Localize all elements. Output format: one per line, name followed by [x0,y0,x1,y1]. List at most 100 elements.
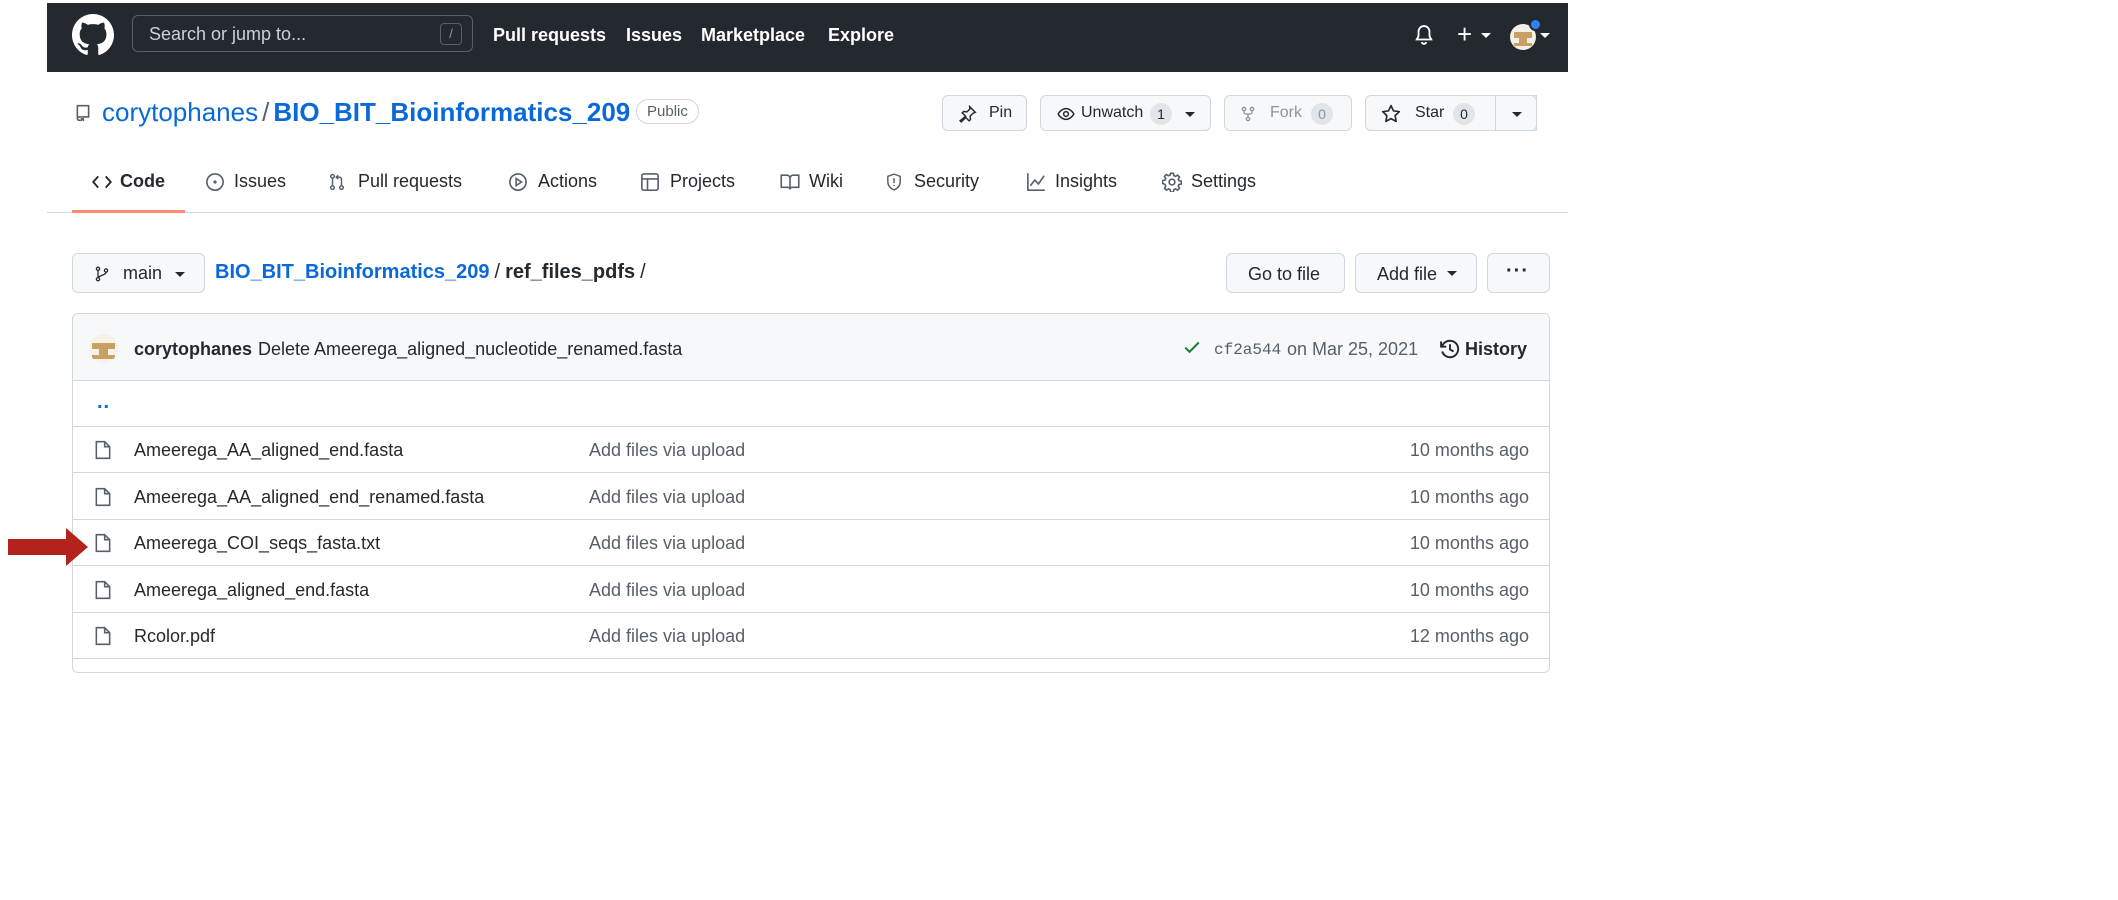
visibility-badge: Public [636,99,699,124]
eye-icon [1057,107,1075,121]
file-name-link[interactable]: Rcolor.pdf [134,626,215,647]
tab-label: Wiki [809,171,843,191]
check-icon[interactable] [1183,338,1201,356]
file-name-link[interactable]: Ameerega_AA_aligned_end.fasta [134,440,403,461]
parent-directory-link[interactable]: .. [97,391,110,414]
repo-title: corytophanes / BIO_BIT_Bioinformatics_209 [102,97,630,128]
file-age: 10 months ago [1409,580,1529,600]
breadcrumb-repo-link[interactable]: BIO_BIT_Bioinformatics_209 [215,261,490,283]
arrow-icon [8,528,88,566]
nav-issues[interactable]: Issues [626,25,682,46]
file-list: corytophanes Delete Ameerega_aligned_nuc… [72,313,1550,673]
breadcrumb-separator: / [494,261,501,283]
file-commit-message[interactable]: Add files via upload [589,626,745,647]
nav-pull-requests[interactable]: Pull requests [493,25,606,46]
tab-label: Code [120,171,165,191]
go-to-file-label: Go to file [1248,264,1321,284]
latest-commit-bar: corytophanes Delete Ameerega_aligned_nuc… [73,314,1549,381]
parent-directory-row[interactable]: .. [73,381,1549,427]
pull-request-icon [329,173,345,191]
table-row[interactable]: Ameerega_AA_aligned_end.fasta Add files … [73,427,1549,473]
chevron-down-icon [1481,33,1491,38]
breadcrumb-separator: / [640,261,646,283]
tab-label: Pull requests [358,171,463,191]
notification-dot [1529,18,1542,31]
add-file-label: Add file [1377,264,1438,284]
github-logo-icon[interactable] [72,14,114,56]
file-name-link[interactable]: Ameerega_aligned_end.fasta [134,580,369,601]
unwatch-label: Unwatch [1081,104,1144,121]
pin-button[interactable]: Pin [942,95,1027,131]
file-age: 10 months ago [1409,440,1529,460]
tab-code[interactable]: Code [72,167,185,213]
chevron-down-icon [1540,33,1550,38]
nav-marketplace[interactable]: Marketplace [701,25,805,46]
unwatch-button[interactable]: Unwatch 1 [1040,95,1211,131]
repo-icon [76,104,90,122]
watch-count: 1 [1150,103,1172,125]
file-age: 10 months ago [1409,533,1529,553]
repo-title-separator: / [262,97,270,127]
file-age: 12 months ago [1409,626,1529,646]
search-input[interactable]: Search or jump to... / [132,15,473,52]
file-name-link[interactable]: Ameerega_AA_aligned_end_renamed.fasta [134,487,484,508]
kebab-icon: ··· [1506,260,1529,282]
pin-icon [959,105,977,123]
star-count: 0 [1453,103,1475,125]
file-commit-message[interactable]: Add files via upload [589,487,745,508]
branch-selector[interactable]: main [72,253,205,293]
table-icon [641,173,659,191]
fork-count: 0 [1311,103,1333,125]
tab-label: Settings [1191,171,1257,191]
tab-label: Insights [1055,171,1118,191]
commit-author-link[interactable]: corytophanes [134,339,252,360]
tab-label: Security [914,171,980,191]
go-to-file-button[interactable]: Go to file [1226,253,1345,293]
shield-icon [887,173,901,191]
chevron-down-icon [1185,112,1195,117]
fork-icon [1241,106,1255,122]
file-commit-message[interactable]: Add files via upload [589,580,745,601]
commit-date: on Mar 25, 2021 [1287,339,1419,359]
repo-owner-link[interactable]: corytophanes [102,97,258,127]
tab-label: Actions [538,171,598,191]
table-row[interactable]: Ameerega_AA_aligned_end_renamed.fasta Ad… [73,474,1549,520]
add-file-button[interactable]: Add file [1355,253,1477,293]
breadcrumb-current-dir: ref_files_pdfs [505,261,636,283]
pin-label: Pin [989,104,1013,121]
file-age: 10 months ago [1409,487,1529,507]
bell-icon[interactable] [1413,23,1435,47]
search-placeholder: Search or jump to... [149,24,307,44]
table-row[interactable]: Rcolor.pdf Add files via upload 12 month… [73,613,1549,659]
star-label: Star [1415,104,1445,121]
tab-label: Issues [234,171,287,191]
commit-author-avatar[interactable] [89,334,118,363]
file-icon [95,440,111,460]
file-icon [95,533,111,553]
chevron-down-icon [1447,271,1457,276]
issue-icon [206,173,224,191]
file-icon [95,487,111,507]
tab-label: Projects [670,171,736,191]
file-commit-message[interactable]: Add files via upload [589,440,745,461]
file-name-link[interactable]: Ameerega_COI_seqs_fasta.txt [134,533,380,554]
branch-icon [95,266,109,282]
chevron-down-icon [175,272,185,277]
fork-button[interactable]: Fork 0 [1224,95,1352,131]
table-row[interactable]: Ameerega_aligned_end.fasta Add files via… [73,567,1549,613]
repo-name-link[interactable]: BIO_BIT_Bioinformatics_209 [273,97,630,127]
play-icon [509,173,527,191]
gear-icon [1162,172,1182,192]
plus-icon[interactable]: + [1457,19,1472,50]
more-options-button[interactable]: ··· [1487,253,1550,293]
history-link[interactable]: History [1465,339,1527,360]
chevron-down-icon [1512,112,1522,117]
commit-message-link[interactable]: Delete Ameerega_aligned_nucleotide_renam… [258,339,682,360]
nav-explore[interactable]: Explore [828,25,894,46]
commit-sha-link[interactable]: cf2a544 [1214,341,1281,359]
global-header: Search or jump to... / Pull requests Iss… [47,3,1568,72]
file-commit-message[interactable]: Add files via upload [589,533,745,554]
star-icon [1381,104,1401,123]
star-list-dropdown[interactable] [1495,95,1537,131]
table-row[interactable]: Ameerega_COI_seqs_fasta.txt Add files vi… [73,520,1549,566]
